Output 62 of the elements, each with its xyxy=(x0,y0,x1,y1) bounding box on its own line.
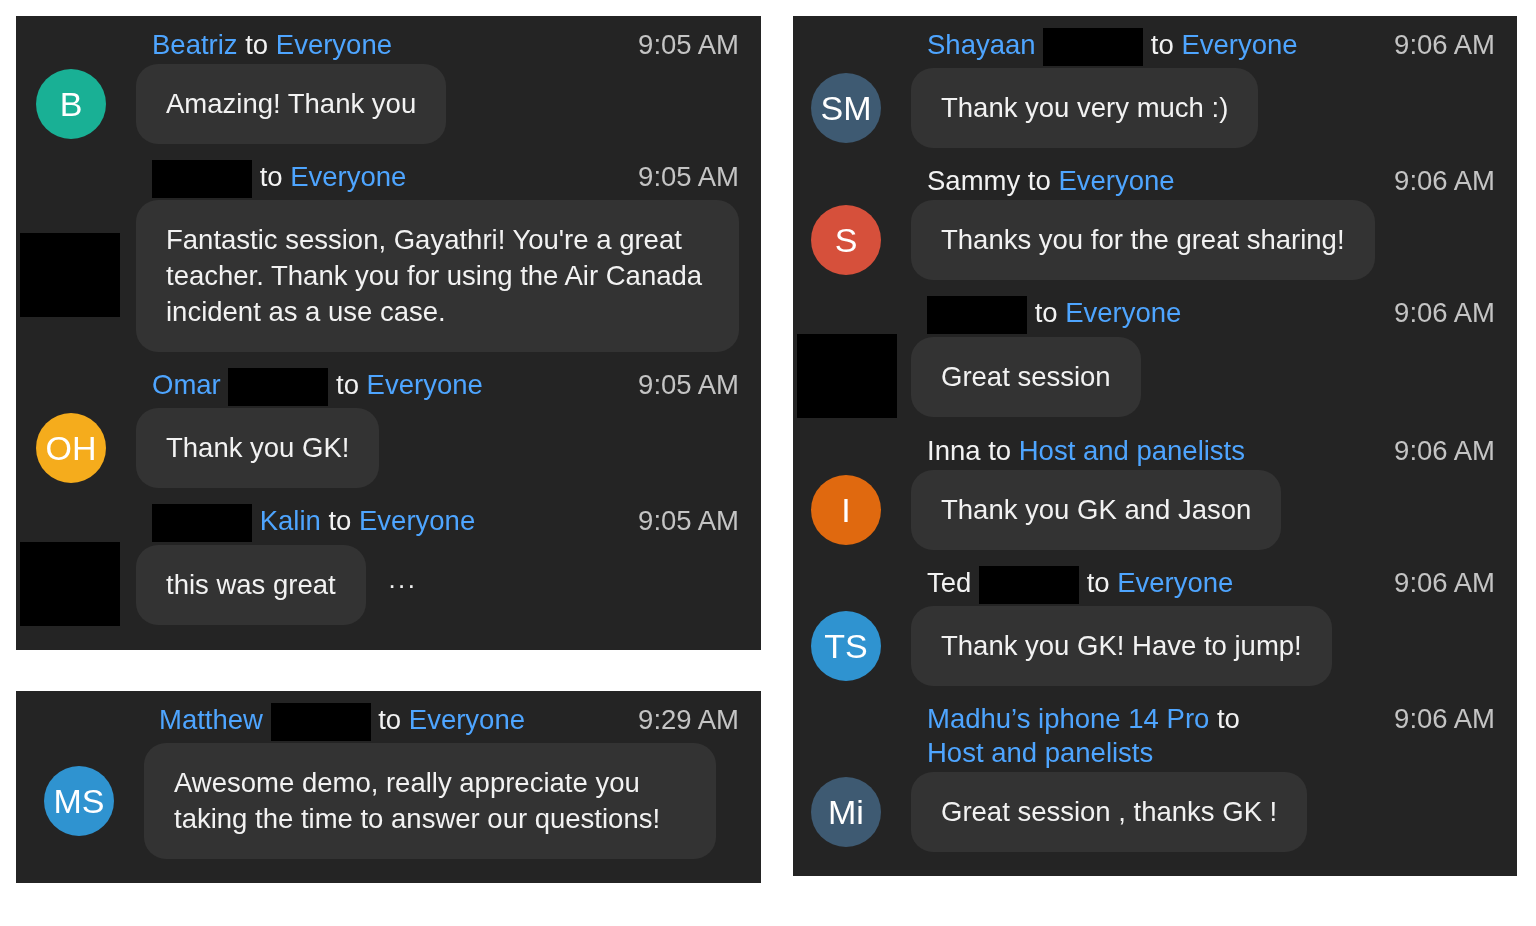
message-bubble: Thanks you for the great sharing! xyxy=(911,200,1375,280)
participant-name: Madhu’s iphone 14 Pro xyxy=(927,703,1210,734)
timestamp: 9:06 AM xyxy=(1394,702,1495,736)
participant-name: Everyone xyxy=(408,704,525,736)
avatar: I xyxy=(811,475,881,545)
header-text: to xyxy=(259,161,283,193)
participant-name: Everyone xyxy=(290,161,407,193)
message-bubble: Thank you GK! xyxy=(136,408,380,488)
timestamp: 9:06 AM xyxy=(1394,296,1495,330)
timestamp: 9:29 AM xyxy=(638,703,739,737)
avatar: S xyxy=(811,205,881,275)
avatar: OH xyxy=(36,413,106,483)
message-bubble: Fantastic session, Gayathri! You're a great teacher. Thank you for using the Air Canada incident as a use case. xyxy=(136,200,739,352)
participant-name: Omar xyxy=(152,369,221,401)
timestamp: 9:05 AM xyxy=(638,160,739,194)
header-text: to xyxy=(988,435,1012,466)
participant-name: Everyone xyxy=(359,505,476,537)
participant-name: Kalin xyxy=(259,505,321,537)
participant-name: Everyone xyxy=(275,29,392,60)
timestamp: 9:06 AM xyxy=(1394,434,1495,468)
timestamp: 9:06 AM xyxy=(1394,566,1495,600)
header-text: Ted xyxy=(927,567,972,599)
participant-name: Everyone xyxy=(1058,165,1175,196)
message-bubble: Awesome demo, really appreciate you taking the time to answer our questions! xyxy=(144,743,716,859)
header-text: to xyxy=(245,29,269,60)
header-text: Sammy xyxy=(927,165,1021,196)
message-bubble: Thank you GK! Have to jump! xyxy=(911,606,1332,686)
avatar: MS xyxy=(44,766,114,836)
header-text: to xyxy=(1027,165,1051,196)
participant-name: Everyone xyxy=(1181,29,1298,61)
timestamp: 9:06 AM xyxy=(1394,164,1495,198)
participant-name: Beatriz xyxy=(152,29,238,60)
message-bubble: Amazing! Thank you xyxy=(136,64,447,144)
timestamp: 9:05 AM xyxy=(638,28,739,62)
message-bubble: this was great xyxy=(136,545,366,625)
more-button[interactable]: ··· xyxy=(383,569,421,601)
message-bubble: Great session xyxy=(911,337,1141,417)
participant-name: Everyone xyxy=(1065,297,1182,329)
header-text: to xyxy=(378,704,402,736)
participant-name: Everyone xyxy=(366,369,483,401)
participant-name: Matthew xyxy=(159,704,263,736)
header-text: to xyxy=(1086,567,1110,599)
participant-name: Everyone xyxy=(1117,567,1234,599)
timestamp: 9:06 AM xyxy=(1394,28,1495,62)
participant-name: Host and panelists xyxy=(1018,435,1245,466)
avatar: TS xyxy=(811,611,881,681)
participant-name: Host and panelists xyxy=(927,737,1154,768)
message-bubble: Great session , thanks GK ! xyxy=(911,772,1308,852)
timestamp: 9:05 AM xyxy=(638,368,739,402)
avatar: SM xyxy=(811,73,881,143)
avatar: Mi xyxy=(811,777,881,847)
message-bubble: Thank you GK and Jason xyxy=(911,470,1282,550)
message-bubble: Thank you very much :) xyxy=(911,68,1259,148)
header-text: to xyxy=(1150,29,1174,61)
avatar: B xyxy=(36,69,106,139)
header-text: to xyxy=(1217,703,1240,734)
timestamp: 9:05 AM xyxy=(638,504,739,538)
header-text: to xyxy=(1034,297,1058,329)
participant-name: Shayaan xyxy=(927,29,1036,61)
header-text: to xyxy=(328,505,352,537)
header-text: Inna xyxy=(927,435,981,466)
header-text: to xyxy=(336,369,359,401)
